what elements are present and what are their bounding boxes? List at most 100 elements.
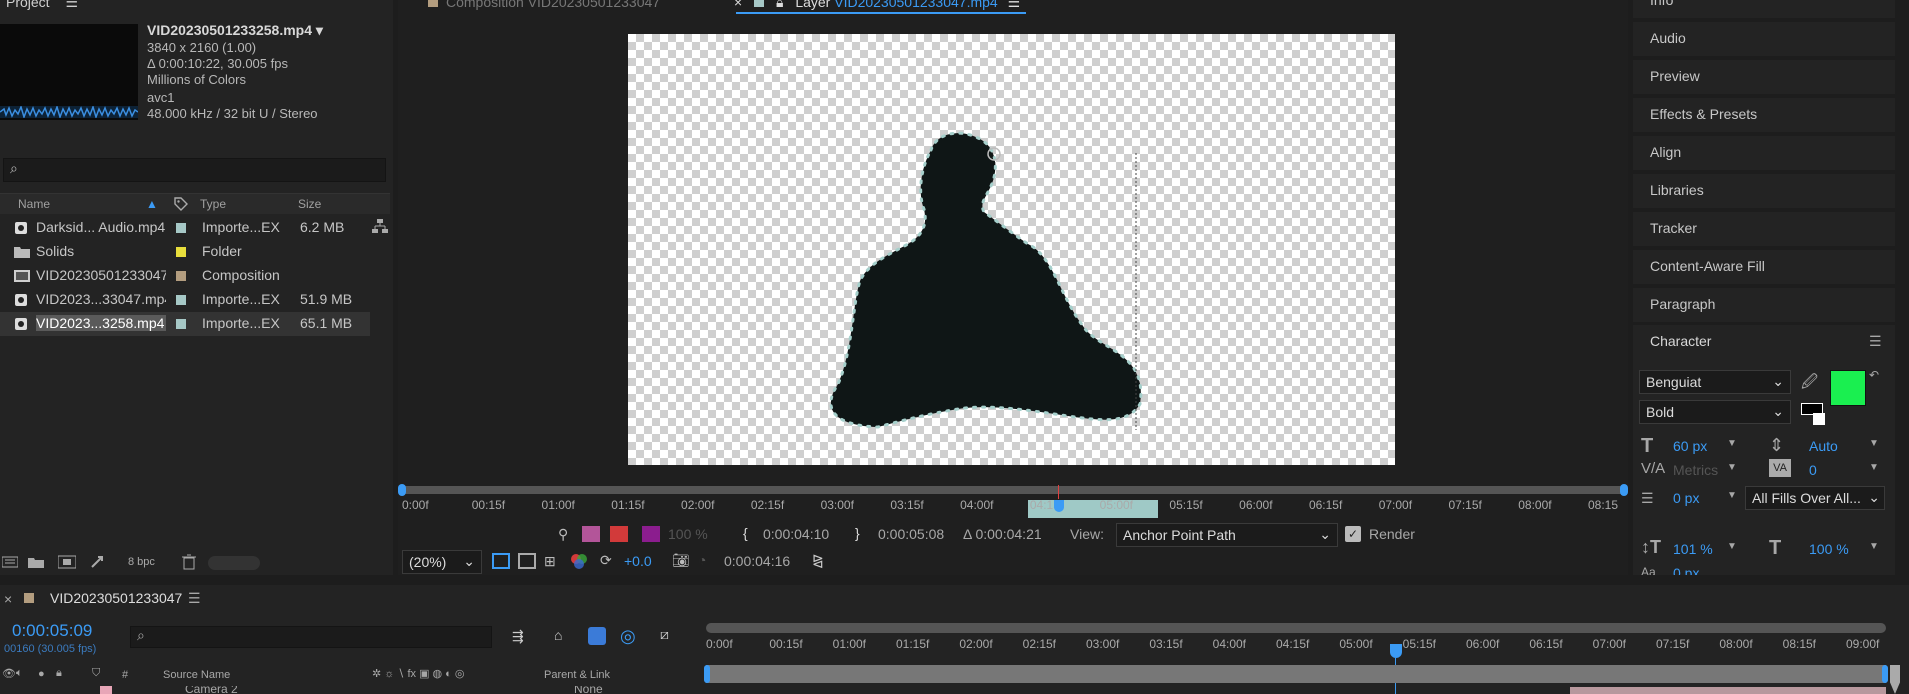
panel-item[interactable]: Content-Aware Fill <box>1633 250 1895 284</box>
layer-name[interactable]: Camera 2 <box>185 686 238 694</box>
show-snapshot-icon[interactable]: ◔ <box>698 552 706 568</box>
layer-duration-bar[interactable] <box>706 665 1886 683</box>
stroke-width-value[interactable]: 0 px <box>1673 490 1699 506</box>
font-style-dropdown[interactable]: Bold ⌄ <box>1639 400 1791 424</box>
column-parent-link[interactable]: Parent & Link <box>544 669 610 681</box>
layer-row[interactable]: Camera 2 None <box>0 686 700 694</box>
project-panel-title[interactable]: Project ☰ <box>6 0 78 11</box>
stroke-type-dropdown[interactable]: All Fills Over All... ⌄ <box>1745 486 1885 510</box>
project-item[interactable]: Solids Folder <box>0 240 370 264</box>
font-family-dropdown[interactable]: Benguiat ⌄ <box>1639 370 1791 394</box>
timeline-search-input[interactable]: ⌕ <box>130 626 492 648</box>
tab-composition[interactable]: Composition VID20230501233047 <box>428 0 660 10</box>
out-point-time[interactable]: 0:00:05:08 <box>878 526 944 542</box>
grid-guides-icon[interactable]: ⊞ <box>544 553 556 570</box>
render-checkbox[interactable]: ✓ <box>1345 526 1361 542</box>
show-channel-icon[interactable]: ⧎ <box>812 552 824 569</box>
panel-item[interactable]: Preview <box>1633 60 1895 94</box>
fill-color-swatch[interactable] <box>1830 370 1866 406</box>
panel-item[interactable]: Libraries <box>1633 174 1895 208</box>
fast-previews-icon[interactable] <box>492 553 510 569</box>
label-tag-icon[interactable] <box>174 197 188 211</box>
solo-icon[interactable]: ● <box>38 668 45 680</box>
vertical-scale-value[interactable]: 101 % <box>1673 541 1713 557</box>
dropdown-arrow-icon[interactable]: ▼ <box>1727 541 1737 552</box>
no-fill-icon[interactable] <box>1813 413 1825 425</box>
current-time-indicator[interactable] <box>1054 500 1064 512</box>
dropdown-arrow-icon[interactable]: ▼ <box>1727 490 1737 501</box>
font-size-value[interactable]: 60 px <box>1673 438 1707 454</box>
item-name[interactable]: VID20230501233047 <box>36 267 166 283</box>
swap-colors-icon[interactable]: ↶ <box>1869 368 1879 382</box>
draft-3d-icon[interactable]: ⌂ <box>554 627 562 643</box>
item-name[interactable]: VID2023...33047.mp4 <box>36 291 166 307</box>
timeline-comp-name[interactable]: VID20230501233047 <box>50 590 182 606</box>
snapshot-icon[interactable]: 📷︎ <box>672 552 690 569</box>
timeline-current-time-indicator[interactable] <box>1390 644 1402 658</box>
switches-icons[interactable]: ✲ ☼ ∖ fx ▣ ◍ ◐ ◎ <box>372 667 465 680</box>
label-tag-icon[interactable]: ⛉ <box>92 667 100 680</box>
motion-blur-icon[interactable]: ⧄ <box>660 626 669 643</box>
bar-start-handle[interactable] <box>704 665 710 683</box>
dropdown-arrow-icon[interactable]: ▼ <box>1869 462 1879 473</box>
kerning-value[interactable]: Metrics <box>1673 462 1718 478</box>
current-time-display[interactable]: 0:00:04:16 <box>724 553 790 569</box>
timeline-zoom-slider[interactable] <box>1890 665 1900 694</box>
toggle-transparency-icon[interactable] <box>518 553 536 569</box>
panel-menu-icon[interactable]: ☰ <box>65 0 78 10</box>
flowchart-icon[interactable] <box>372 218 388 234</box>
panel-item[interactable]: Audio <box>1633 22 1895 56</box>
project-item[interactable]: VID2023...3258.mp4 Importe...EX 65.1 MB <box>0 312 370 336</box>
panel-item[interactable]: Effects & Presets <box>1633 98 1895 132</box>
panel-item[interactable]: Paragraph <box>1633 288 1895 322</box>
masked-person-silhouette[interactable] <box>628 34 1395 465</box>
sort-ascending-icon[interactable]: ▲ <box>146 197 158 211</box>
dropdown-arrow-icon[interactable]: ▼ <box>1727 462 1737 473</box>
shy-layers-icon[interactable] <box>588 627 606 645</box>
footage-name[interactable]: VID20230501233258.mp4 ▾ <box>147 22 323 39</box>
panel-item[interactable]: Align <box>1633 136 1895 170</box>
leading-value[interactable]: Auto <box>1809 438 1838 454</box>
item-label-color[interactable] <box>176 223 186 233</box>
motion-path-icon[interactable]: ⚲ <box>558 526 568 543</box>
item-name[interactable]: Darksid... Audio.mp4 <box>36 219 166 235</box>
dropdown-arrow-icon[interactable]: ▼ <box>1869 541 1879 552</box>
reset-exposure-icon[interactable]: ⟳ <box>600 552 612 569</box>
tab-layer[interactable]: × 🔒︎ Layer VID20230501233047.mp4 ☰ <box>734 0 1020 11</box>
view-dropdown[interactable]: Anchor Point Path ⌄ <box>1116 523 1338 547</box>
project-scrollbar[interactable] <box>208 556 260 570</box>
exposure-value[interactable]: +0.0 <box>624 553 652 569</box>
solo-icon[interactable] <box>582 526 600 542</box>
channel-icon[interactable] <box>570 552 588 570</box>
zoom-dropdown[interactable]: (20%) ⌄ <box>402 550 482 574</box>
new-composition-icon[interactable] <box>58 555 76 569</box>
item-label-color[interactable] <box>176 247 186 257</box>
new-folder-icon[interactable] <box>28 555 44 569</box>
video-visibility-icon[interactable]: 👁︎ <box>2 667 16 680</box>
in-point-bracket-icon[interactable]: { <box>743 525 748 541</box>
panel-item[interactable]: Info <box>1633 0 1895 18</box>
column-source-name[interactable]: Source Name <box>163 669 230 681</box>
layer-bar-lower[interactable] <box>1570 687 1886 694</box>
dropdown-arrow-icon[interactable]: ▼ <box>1727 438 1737 449</box>
panel-menu-icon[interactable]: ☰ <box>1869 333 1882 350</box>
project-search-input[interactable]: ⌕ <box>3 158 386 182</box>
opacity-value[interactable]: 100 % <box>668 526 708 542</box>
close-icon[interactable]: × <box>4 591 12 607</box>
comp-mini-flowchart-icon[interactable]: ⇶ <box>512 628 524 645</box>
horizontal-scale-value[interactable]: 100 % <box>1809 541 1849 557</box>
work-area-end-handle[interactable] <box>1620 484 1628 496</box>
timeline-ruler[interactable]: 0:00f 00:15f 01:00f 01:15f 02:00f 02:15f 03:00… <box>704 623 1902 694</box>
purple-swatch-icon[interactable] <box>642 526 660 542</box>
interpret-footage-icon[interactable] <box>2 555 18 569</box>
project-item[interactable]: Darksid... Audio.mp4 Importe...EX 6.2 MB <box>0 216 370 240</box>
column-size[interactable]: Size <box>298 197 321 211</box>
baseline-shift-value[interactable]: 0 px <box>1673 565 1699 575</box>
project-item[interactable]: VID2023...33047.mp4 Importe...EX 51.9 MB <box>0 288 370 312</box>
layer-canvas[interactable] <box>628 34 1395 465</box>
column-type[interactable]: Type <box>200 197 226 211</box>
panel-item[interactable]: Tracker <box>1633 212 1895 246</box>
frame-blending-icon[interactable]: ◎ <box>620 626 636 647</box>
in-point-time[interactable]: 0:00:04:10 <box>763 526 829 542</box>
tracking-value[interactable]: 0 <box>1809 462 1817 478</box>
